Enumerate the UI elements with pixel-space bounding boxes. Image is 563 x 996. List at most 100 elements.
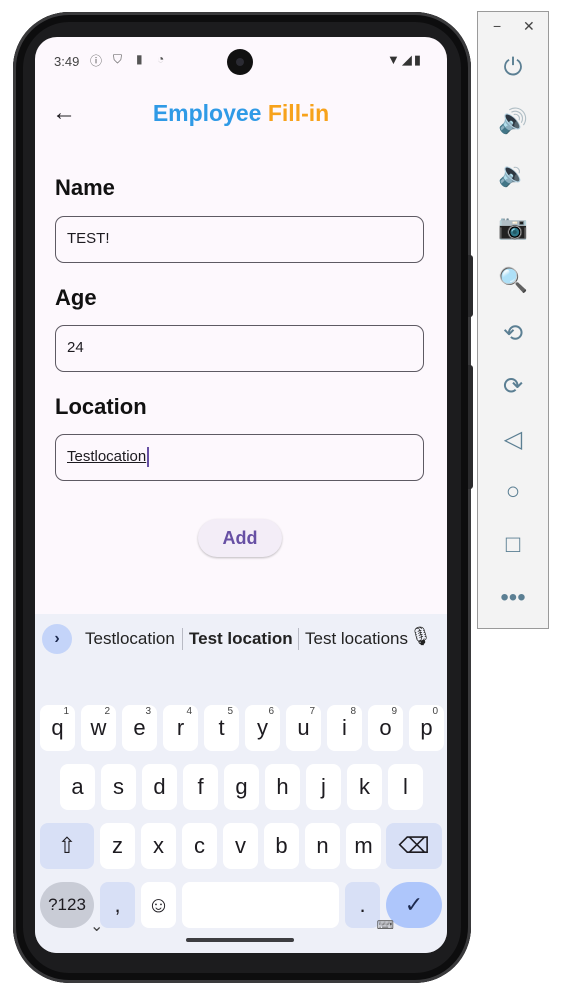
key-s-label: s	[113, 774, 124, 799]
key-p-label: p	[420, 715, 433, 740]
keyboard-switch-icon[interactable]: ⌨	[377, 918, 395, 932]
home-gesture-pill[interactable]	[186, 938, 294, 942]
key-o-label: o	[379, 715, 392, 740]
location-label: Location	[55, 394, 147, 419]
key-r-label: r	[176, 715, 185, 740]
key-u-hint: 7	[309, 706, 315, 717]
key-c[interactable]: c	[182, 823, 217, 869]
backspace-key[interactable]: ⌫	[386, 823, 442, 869]
key-z[interactable]: z	[100, 823, 135, 869]
soft-keyboard: › Testlocation Test location Test locati…	[35, 614, 447, 953]
minimize-icon[interactable]: −	[493, 18, 501, 34]
key-m[interactable]: m	[346, 823, 381, 869]
shield-icon: ⛉	[113, 52, 123, 66]
key-h[interactable]: h	[265, 764, 300, 810]
shift-key[interactable]: ⇧	[40, 823, 94, 869]
name-field-value: TEST!	[67, 230, 110, 247]
key-b-label: b	[275, 833, 288, 858]
suggestion-1[interactable]: Testlocation	[85, 629, 175, 649]
add-button[interactable]: Add	[198, 519, 282, 557]
power-icon[interactable]: ⏻	[478, 54, 548, 82]
key-n[interactable]: n	[305, 823, 340, 869]
key-r[interactable]: r4	[163, 705, 198, 751]
key-w-hint: 2	[104, 706, 110, 717]
status-time: 3:49	[54, 54, 80, 69]
key-w-label: w	[90, 715, 107, 740]
name-field[interactable]: TEST!	[55, 216, 424, 263]
location-field[interactable]: Testlocation	[55, 434, 424, 481]
key-f-label: f	[197, 774, 204, 799]
key-o[interactable]: o9	[368, 705, 403, 751]
key-y[interactable]: y6	[245, 705, 280, 751]
key-q-label: q	[51, 715, 64, 740]
zoom-icon[interactable]: 🔍	[478, 266, 548, 295]
key-a[interactable]: a	[60, 764, 95, 810]
key-u-label: u	[297, 715, 310, 740]
key-r-hint: 4	[186, 706, 192, 717]
emulator-toolbar: − ✕ ⏻ 🔊 🔉 📷 🔍 ⟲ ⟳ ◁ ○ □ •••	[477, 11, 549, 629]
location-field-value: Testlocation	[67, 448, 147, 465]
rotate-left-icon[interactable]: ⟲	[478, 319, 548, 348]
hide-keyboard-chevron-icon[interactable]: ⌄	[90, 916, 103, 936]
name-label: Name	[55, 175, 115, 200]
age-field-value: 24	[67, 339, 84, 356]
title-word-fillin: Fill-in	[267, 100, 330, 126]
key-x[interactable]: x	[141, 823, 176, 869]
camera-icon[interactable]: 📷	[478, 213, 548, 242]
wifi-icon: ▼	[386, 52, 402, 67]
title-word-employee: Employee	[152, 100, 262, 126]
text-cursor	[147, 447, 150, 468]
key-e-label: e	[133, 715, 146, 740]
key-s[interactable]: s	[101, 764, 136, 810]
key-j[interactable]: j	[306, 764, 341, 810]
key-d-label: d	[153, 774, 166, 799]
expand-toolbar-icon[interactable]: ›	[42, 624, 72, 654]
more-icon[interactable]: •••	[478, 584, 548, 612]
suggestion-divider	[298, 628, 299, 650]
home-icon[interactable]: ○	[478, 478, 548, 506]
status-bar: 3:49 ⓘ ⛉ ▮ ◔ ▼◢▮	[35, 37, 447, 85]
signal-icon: ◢	[401, 52, 414, 67]
key-p[interactable]: p0	[409, 705, 444, 751]
key-y-hint: 6	[268, 706, 274, 717]
key-b[interactable]: b	[264, 823, 299, 869]
key-d[interactable]: d	[142, 764, 177, 810]
key-v[interactable]: v	[223, 823, 258, 869]
rotate-right-icon[interactable]: ⟳	[478, 372, 548, 401]
age-field[interactable]: 24	[55, 325, 424, 372]
key-g[interactable]: g	[224, 764, 259, 810]
page-title: Employee Fill-in	[35, 100, 447, 127]
key-w[interactable]: w2	[81, 705, 116, 751]
key-o-hint: 9	[391, 706, 397, 717]
navigation-bar: ⌄ ⌨	[35, 914, 447, 953]
key-u[interactable]: u7	[286, 705, 321, 751]
overview-icon[interactable]: □	[478, 531, 548, 559]
close-icon[interactable]: ✕	[523, 18, 535, 35]
key-l[interactable]: l	[388, 764, 423, 810]
key-q[interactable]: q1	[40, 705, 75, 751]
key-k[interactable]: k	[347, 764, 382, 810]
back-icon[interactable]: ◁	[478, 425, 548, 454]
key-m-label: m	[354, 833, 373, 858]
key-g-label: g	[235, 774, 248, 799]
key-e[interactable]: e3	[122, 705, 157, 751]
device-screen: 3:49 ⓘ ⛉ ▮ ◔ ▼◢▮ ← Employee Fill-in Name…	[35, 37, 447, 953]
age-label: Age	[55, 285, 97, 310]
key-i-label: i	[342, 715, 347, 740]
key-f[interactable]: f	[183, 764, 218, 810]
key-p-hint: 0	[432, 706, 438, 717]
suggestion-2[interactable]: Test location	[189, 629, 293, 649]
key-t[interactable]: t5	[204, 705, 239, 751]
volume-down-icon[interactable]: 🔉	[478, 160, 548, 189]
key-i-hint: 8	[350, 706, 356, 717]
key-t-hint: 5	[227, 706, 233, 717]
volume-up-icon[interactable]: 🔊	[478, 107, 548, 136]
key-a-label: a	[71, 774, 84, 799]
suggestion-3[interactable]: Test locations	[305, 629, 408, 649]
key-t-label: t	[218, 715, 225, 740]
microphone-icon[interactable]: 🎙	[409, 626, 432, 647]
key-e-hint: 3	[145, 706, 151, 717]
key-q-hint: 1	[63, 706, 69, 717]
key-i[interactable]: i8	[327, 705, 362, 751]
system-status-icons: ▼◢▮	[387, 52, 423, 68]
